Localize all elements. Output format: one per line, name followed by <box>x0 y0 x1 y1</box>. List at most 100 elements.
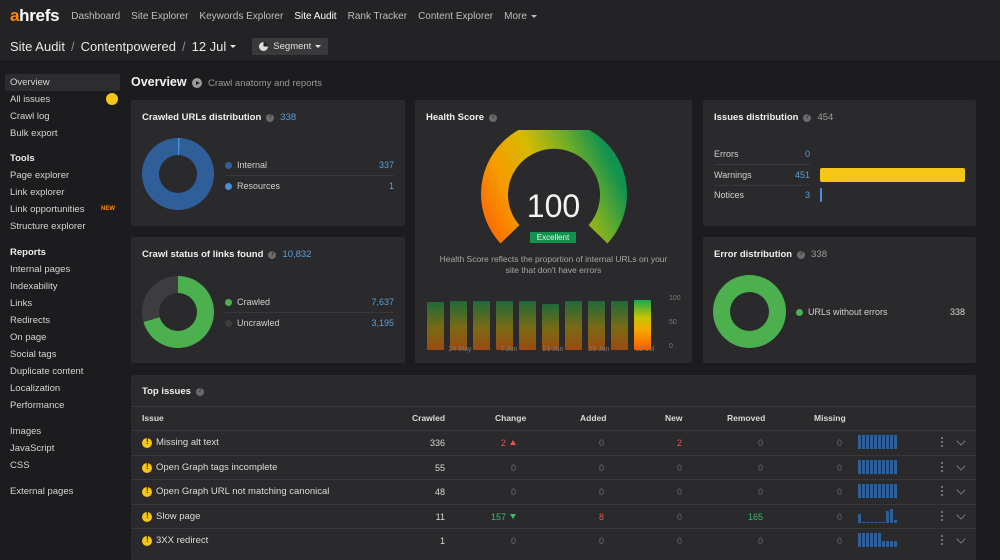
sidebar-item-css[interactable]: CSS <box>5 457 120 474</box>
help-icon[interactable] <box>195 387 204 396</box>
sidebar-item-on-page[interactable]: On page <box>5 329 120 346</box>
health-history-bar[interactable] <box>519 300 536 350</box>
segment-button[interactable]: Segment <box>252 38 329 55</box>
column-header-change[interactable]: Change <box>495 413 526 423</box>
health-history-bar[interactable] <box>588 300 605 350</box>
nav-content-explorer[interactable]: Content Explorer <box>418 11 493 22</box>
issue-name[interactable]: Open Graph tags incomplete <box>156 462 277 473</box>
issues-row-warnings[interactable]: Warnings 451 <box>714 165 810 185</box>
help-icon[interactable] <box>797 250 806 259</box>
nav-rank-tracker[interactable]: Rank Tracker <box>348 11 407 22</box>
more-options-icon[interactable] <box>941 461 944 474</box>
sparkline-bar <box>862 435 865 449</box>
crawl-anatomy-link[interactable]: Crawl anatomy and reports <box>208 78 322 89</box>
sidebar-item-link-opportunities[interactable]: Link opportunities NEW <box>5 201 120 218</box>
expand-chevron-icon[interactable] <box>956 460 966 471</box>
trend-sparkline[interactable] <box>858 533 898 547</box>
sidebar-item-duplicate-content[interactable]: Duplicate content <box>5 363 120 380</box>
table-row[interactable]: Open Graph tags incomplete 55 0 0 0 0 0 <box>131 454 976 479</box>
sidebar-item-crawl-log[interactable]: Crawl log <box>5 108 120 125</box>
issue-name[interactable]: Missing alt text <box>156 437 219 448</box>
column-header-added[interactable]: Added <box>580 413 606 423</box>
legend-urls-without-errors[interactable]: URLs without errors 338 <box>796 302 965 322</box>
more-options-icon[interactable] <box>941 510 944 523</box>
sidebar-item-images[interactable]: Images <box>5 423 120 440</box>
health-history-bar[interactable] <box>611 300 628 350</box>
sidebar-item-redirects[interactable]: Redirects <box>5 312 120 329</box>
expand-chevron-icon[interactable] <box>956 509 966 520</box>
crawled-urls-donut[interactable] <box>142 138 214 210</box>
sidebar-item-page-explorer[interactable]: Page explorer <box>5 167 120 184</box>
trend-sparkline[interactable] <box>858 484 898 498</box>
sidebar-item-link-explorer[interactable]: Link explorer <box>5 184 120 201</box>
sidebar-item-localization[interactable]: Localization <box>5 380 120 397</box>
expand-chevron-icon[interactable] <box>956 485 966 495</box>
trend-sparkline[interactable] <box>858 459 898 474</box>
nav-dashboard[interactable]: Dashboard <box>71 11 120 22</box>
health-history-bar[interactable] <box>542 304 559 350</box>
play-icon[interactable] <box>192 78 202 88</box>
health-history-bar[interactable] <box>634 300 651 350</box>
more-options-icon[interactable] <box>941 535 944 547</box>
more-options-icon[interactable] <box>941 486 944 498</box>
column-header-issue[interactable]: Issue <box>142 413 164 423</box>
issues-row-notices[interactable]: Notices 3 <box>714 185 810 205</box>
health-history-bar[interactable] <box>450 300 467 350</box>
column-header-missing[interactable]: Missing <box>814 413 846 423</box>
sidebar-item-bulk-export[interactable]: Bulk export <box>5 125 120 142</box>
column-header-crawled[interactable]: Crawled <box>412 413 445 423</box>
sidebar-item-external-pages[interactable]: External pages <box>5 483 120 500</box>
trend-sparkline[interactable] <box>858 435 898 449</box>
breadcrumb-project[interactable]: Contentpowered <box>81 39 176 54</box>
legend-uncrawled[interactable]: Uncrawled 3,195 <box>225 313 394 333</box>
legend-crawled[interactable]: Crawled 7,637 <box>225 292 394 312</box>
table-row[interactable]: 3XX redirect 1 0 0 0 0 0 <box>131 528 976 552</box>
sidebar-item-overview[interactable]: Overview <box>5 74 120 91</box>
health-history-bar[interactable] <box>473 300 490 350</box>
crawl-status-total[interactable]: 10,832 <box>282 249 311 260</box>
issue-name[interactable]: 3XX redirect <box>156 535 208 546</box>
column-header-new[interactable]: New <box>665 413 682 423</box>
legend-resources[interactable]: Resources 1 <box>225 176 394 196</box>
trend-sparkline[interactable] <box>858 508 898 523</box>
ahrefs-logo[interactable]: a hrefs <box>10 6 60 26</box>
crawl-status-donut[interactable] <box>142 276 214 348</box>
health-history-bar[interactable] <box>496 300 513 350</box>
sidebar-item-all-issues[interactable]: All issues <box>5 91 120 108</box>
health-history-bar[interactable] <box>565 300 582 350</box>
more-options-icon[interactable] <box>941 437 944 449</box>
sidebar-item-links[interactable]: Links <box>5 295 120 312</box>
notification-badge <box>106 93 118 105</box>
health-history-bar[interactable] <box>427 301 444 350</box>
help-icon[interactable] <box>489 113 498 122</box>
issue-name[interactable]: Slow page <box>156 511 200 522</box>
help-icon[interactable] <box>268 250 277 259</box>
nav-keywords-explorer[interactable]: Keywords Explorer <box>199 11 283 22</box>
notices-bar[interactable] <box>820 188 822 202</box>
legend-internal[interactable]: Internal 337 <box>225 155 394 175</box>
table-row[interactable]: Missing alt text 336 2 0 2 0 0 <box>131 430 976 454</box>
table-row[interactable]: Open Graph URL not matching canonical 48 0… <box>131 479 976 503</box>
sidebar-item-javascript[interactable]: JavaScript <box>5 440 120 457</box>
help-icon[interactable] <box>803 113 812 122</box>
sidebar-item-performance[interactable]: Performance <box>5 397 120 414</box>
crawled-urls-total[interactable]: 338 <box>280 112 296 123</box>
issues-row-errors[interactable]: Errors 0 <box>714 144 810 164</box>
nav-site-explorer[interactable]: Site Explorer <box>131 11 188 22</box>
error-distribution-donut[interactable] <box>713 275 786 348</box>
nav-site-audit[interactable]: Site Audit <box>294 11 336 22</box>
breadcrumb-site-audit[interactable]: Site Audit <box>10 39 65 54</box>
issue-name[interactable]: Open Graph URL not matching canonical <box>156 486 329 497</box>
warnings-bar[interactable] <box>820 168 965 182</box>
sidebar-item-internal-pages[interactable]: Internal pages <box>5 261 120 278</box>
column-header-removed[interactable]: Removed <box>727 413 765 423</box>
table-row[interactable]: Slow page 11 157 8 0 165 0 <box>131 503 976 528</box>
sidebar-item-structure-explorer[interactable]: Structure explorer <box>5 218 120 235</box>
crawl-date-dropdown[interactable]: 12 Jul <box>192 39 237 54</box>
sidebar-item-social-tags[interactable]: Social tags <box>5 346 120 363</box>
nav-more[interactable]: More <box>504 11 537 22</box>
expand-chevron-icon[interactable] <box>956 534 966 544</box>
help-icon[interactable] <box>266 113 275 122</box>
expand-chevron-icon[interactable] <box>956 436 966 446</box>
sidebar-item-indexability[interactable]: Indexability <box>5 278 120 295</box>
